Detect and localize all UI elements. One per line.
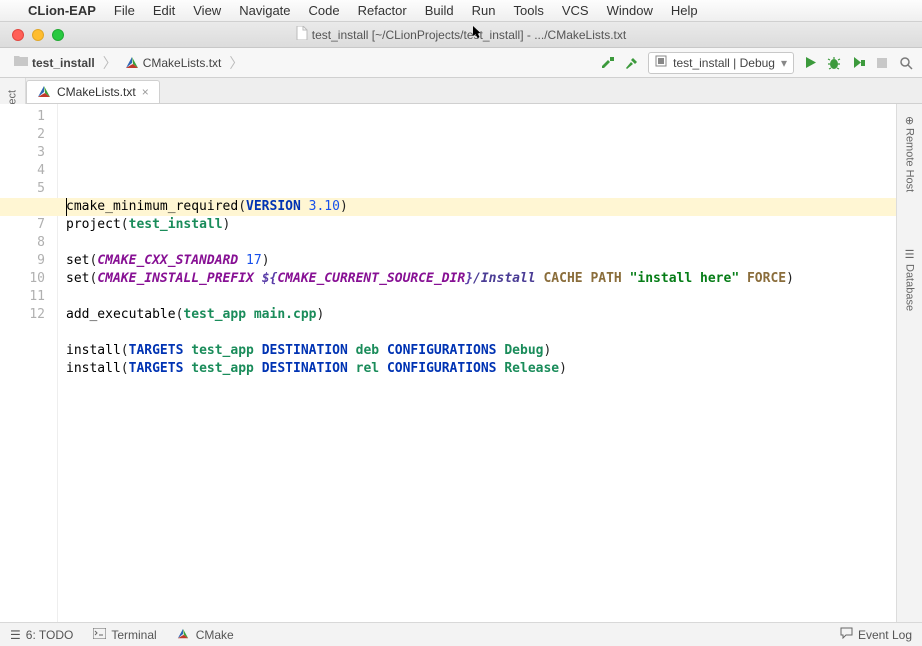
menu-file[interactable]: File bbox=[114, 3, 135, 18]
cmake-icon bbox=[125, 56, 139, 70]
file-icon bbox=[296, 26, 308, 43]
breadcrumb-project[interactable]: test_install bbox=[8, 53, 101, 72]
run-button[interactable] bbox=[802, 55, 818, 71]
folder-icon bbox=[14, 55, 28, 70]
menu-help[interactable]: Help bbox=[671, 3, 698, 18]
app-menu[interactable]: CLion-EAP bbox=[28, 3, 96, 18]
menu-navigate[interactable]: Navigate bbox=[239, 3, 290, 18]
close-tab-icon[interactable]: × bbox=[142, 85, 149, 99]
speech-bubble-icon bbox=[840, 627, 853, 642]
code-content[interactable]: cmake_minimum_required(VERSION 3.10) pro… bbox=[66, 198, 896, 378]
right-tool-strip: ⊕ Remote Host ☰ Database bbox=[896, 104, 922, 622]
text-caret bbox=[66, 198, 67, 216]
navigation-toolbar: test_install 〉 CMakeLists.txt 〉 test_ins… bbox=[0, 48, 922, 78]
menu-edit[interactable]: Edit bbox=[153, 3, 175, 18]
chevron-right-icon: 〉 bbox=[229, 53, 243, 73]
window-zoom-button[interactable] bbox=[52, 29, 64, 41]
globe-icon: ⊕ bbox=[903, 116, 916, 125]
code-editor[interactable]: 1 2 3 4 5 6 7 8 9 10 11 12 cmake_minimum… bbox=[0, 104, 896, 622]
database-icon: ☰ bbox=[903, 248, 916, 261]
window-titlebar: test_install [~/CLionProjects/test_insta… bbox=[0, 22, 922, 48]
status-bar: ☰ 6: TODO Terminal CMake Event Log bbox=[0, 622, 922, 646]
search-everywhere-button[interactable] bbox=[898, 55, 914, 71]
status-event-log[interactable]: Event Log bbox=[840, 627, 912, 642]
window-minimize-button[interactable] bbox=[32, 29, 44, 41]
menu-tools[interactable]: Tools bbox=[514, 3, 544, 18]
menu-build[interactable]: Build bbox=[425, 3, 454, 18]
menu-refactor[interactable]: Refactor bbox=[358, 3, 407, 18]
build-icon[interactable] bbox=[600, 55, 616, 71]
macos-menubar: CLion-EAP File Edit View Navigate Code R… bbox=[0, 0, 922, 22]
menu-vcs[interactable]: VCS bbox=[562, 3, 589, 18]
editor-tabs: CMakeLists.txt × bbox=[26, 78, 922, 104]
run-with-coverage-button[interactable] bbox=[850, 55, 866, 71]
debug-button[interactable] bbox=[826, 55, 842, 71]
editor-tab-cmakelists[interactable]: CMakeLists.txt × bbox=[26, 80, 160, 103]
inspection-ok-icon[interactable] bbox=[878, 108, 892, 122]
breadcrumb-file[interactable]: CMakeLists.txt bbox=[119, 54, 228, 72]
window-title: test_install [~/CLionProjects/test_insta… bbox=[312, 28, 626, 42]
tool-database[interactable]: ☰ Database bbox=[903, 244, 916, 315]
menu-view[interactable]: View bbox=[193, 3, 221, 18]
line-number-gutter: 1 2 3 4 5 6 7 8 9 10 11 12 bbox=[0, 104, 58, 622]
hammer-icon[interactable] bbox=[624, 55, 640, 71]
window-close-button[interactable] bbox=[12, 29, 24, 41]
run-configuration-selector[interactable]: test_install | Debug ▾ bbox=[648, 52, 794, 74]
status-terminal[interactable]: Terminal bbox=[93, 628, 156, 642]
cmake-icon bbox=[177, 628, 191, 642]
chevron-right-icon: 〉 bbox=[103, 53, 117, 73]
stop-button[interactable] bbox=[874, 55, 890, 71]
status-todo[interactable]: ☰ 6: TODO bbox=[10, 628, 73, 642]
menu-window[interactable]: Window bbox=[607, 3, 653, 18]
terminal-icon bbox=[93, 628, 106, 642]
menu-run[interactable]: Run bbox=[472, 3, 496, 18]
status-cmake[interactable]: CMake bbox=[177, 628, 234, 642]
menu-code[interactable]: Code bbox=[309, 3, 340, 18]
cursor-icon bbox=[473, 26, 482, 43]
cmake-icon bbox=[37, 85, 51, 99]
breadcrumbs: test_install 〉 CMakeLists.txt 〉 bbox=[8, 53, 600, 73]
list-icon: ☰ bbox=[10, 628, 21, 642]
dropdown-chevron-icon: ▾ bbox=[781, 56, 787, 70]
cmake-target-icon bbox=[655, 55, 667, 70]
